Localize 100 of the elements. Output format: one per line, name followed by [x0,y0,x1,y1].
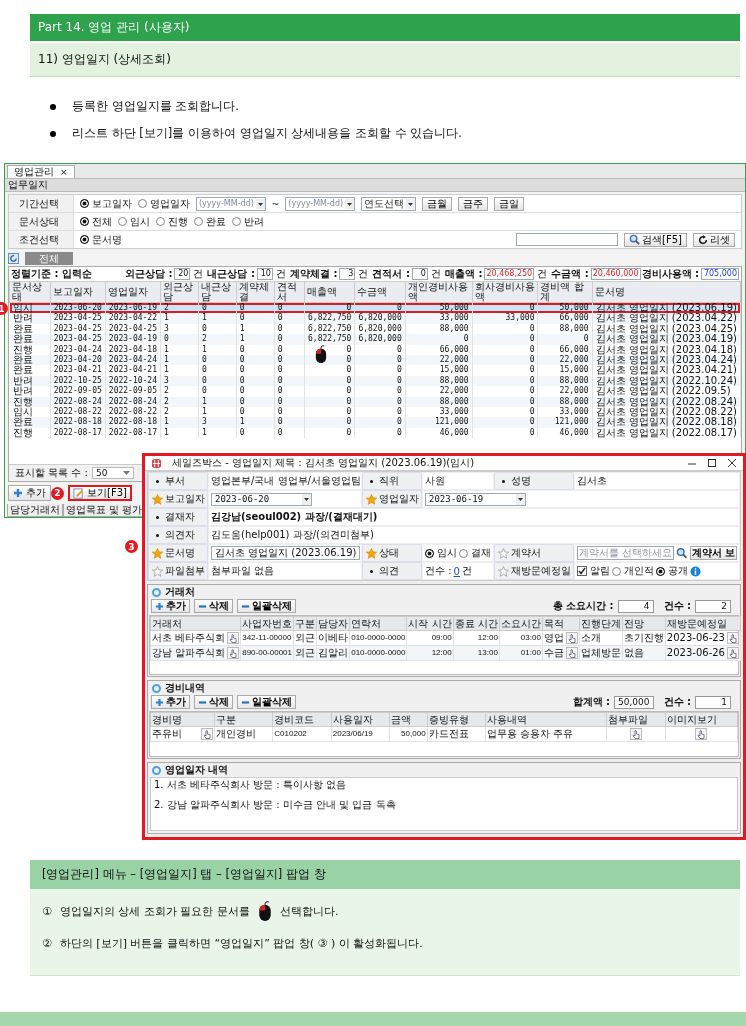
column-header[interactable]: 매출액 [304,281,355,303]
radio-option[interactable]: 보고일자 [80,196,132,211]
column-header[interactable]: 담당자 [316,616,350,631]
window-tab[interactable]: 영업관리 × [7,165,75,178]
column-header[interactable]: 시작 시간 [406,616,454,631]
column-header[interactable]: 소요시간 [499,616,543,631]
table-row[interactable]: 반려 2022-10-25 2022-10-24 3 0 0 0 0 0 88,000 0 88,000 김서초 영업일지 (2022.10.24) [9,375,741,387]
table-row[interactable]: 임시 2023-06-20 2023-06-19 2 0 0 0 0 0 50,000 0 50,000 김서초 영업일지 (2023.06.19) [9,302,741,314]
table-row[interactable]: 완료 2023-04-20 2023-04-24 1 0 0 0 0 0 22,000 0 22,000 김서초 영업일지 (2023.04.24) [9,355,741,366]
column-header[interactable]: 구분 [293,616,317,631]
date-field[interactable]: (yyyy-MM-dd) [285,196,356,211]
total-value: 1 [695,695,731,709]
column-header[interactable]: 종료 시간 [453,616,500,631]
column-header[interactable]: 거래처 [150,616,241,631]
column-header[interactable]: 경비코드 [272,712,332,727]
date-field[interactable]: (yyyy-MM-dd) [196,196,266,211]
toolbar-button[interactable]: 추가 [151,599,190,613]
summary-value: 20,468,250 [484,268,535,280]
table-cell: 0 [583,334,589,344]
column-header[interactable]: 첨부파일 [606,712,666,727]
toolbar-button[interactable]: 일괄삭제 [237,695,296,709]
period-button[interactable]: 금일 [494,196,525,211]
column-header[interactable]: 계약체결 [236,281,275,303]
column-header[interactable]: 사용내역 [485,712,607,727]
radio-option[interactable]: 영업일자 [138,196,190,211]
column-header[interactable]: 경비명 [150,712,215,727]
toolbar-button[interactable]: 삭제 [194,599,233,613]
column-header[interactable]: 문서상태 [9,281,51,303]
table-cell: 6,820,000 [358,334,402,344]
table-cell: 강남 알파주식회 [152,646,226,660]
column-header[interactable]: 문서명 [592,281,741,303]
search-button[interactable]: 검색[F5] [624,232,687,247]
radio-option[interactable]: 개인적 [612,564,654,578]
toolbar-button[interactable]: 추가 [151,695,190,709]
period-button[interactable]: 금주 [458,196,489,211]
table-row[interactable]: 완료 2022-08-18 2022-08-18 1 3 1 0 0 0 121,000 0 121,000 김서초 영업일지 (2022.08.18) [9,417,741,428]
table-cell: 0 [277,355,283,365]
table-cell: 김서초 영업일지 (2023.06.19) [595,302,737,313]
column-header[interactable]: 내근상담 [198,281,237,303]
radio-option[interactable]: 완료 [194,214,226,229]
radio-option[interactable]: 문서명 [80,232,122,247]
radio-option[interactable]: 공개 [656,564,688,578]
table-cell: 2 [201,334,207,344]
column-header[interactable]: 수금액 [354,281,406,303]
radio-option[interactable]: 진행 [156,214,188,229]
table-cell: 1 [201,427,207,437]
table-cell: 0 [529,417,535,427]
action-button[interactable]: 보기[F3] [68,485,132,502]
column-header[interactable]: 경비액 합계 [537,281,592,303]
table-cell: 88,000 [559,323,589,333]
column-header[interactable]: 목적 [542,616,580,631]
column-header[interactable]: 구분 [214,712,273,727]
table-row[interactable]: 진행 2022-08-17 2022-08-17 1 1 0 0 0 0 46,000 0 46,000 김서초 영업일지 (2022.08.17) [9,427,741,439]
table-row[interactable]: 반려 2023-04-25 2023-04-22 1 1 0 0 6,822,750 6,820,000 33,000 33,000 66,000 김서초 영업일지 (2023.04.22) [9,313,741,324]
column-header[interactable]: 회사경비사용액 [472,281,538,303]
column-header[interactable]: 개인경비사용액 [405,281,473,303]
radio-option[interactable]: 결재 [459,546,491,560]
table-row[interactable]: 진행 2022-08-24 2022-08-24 2 1 0 0 0 0 88,000 0 88,000 김서초 영업일지 (2022.08.24) [9,396,741,408]
column-header[interactable]: 사업자번호 [240,616,294,631]
column-header[interactable]: 재방문예정일 [665,616,741,631]
field-value: 김도움(help001) 과장/(의견미첨부) [211,528,374,542]
reset-button[interactable]: 리셋 [693,232,735,247]
table-row[interactable]: 반려 2022-09-05 2022-09-05 2 0 0 0 0 0 22,000 0 22,000 김서초 영업일지 (2022.09.5) [9,386,741,397]
date-field[interactable]: 2023-06-20 [211,492,312,506]
bottom-tab[interactable]: 담당거래처 [7,504,63,518]
period-button[interactable]: 금월 [422,196,453,211]
year-select[interactable]: 연도선택 [361,196,417,211]
column-header[interactable]: 증빙유형 [427,712,486,727]
column-header[interactable]: 견적서 [274,281,305,303]
radio-option[interactable]: 전체 [80,214,112,229]
toolbar-button[interactable]: 삭제 [194,695,233,709]
checkbox-option[interactable]: 알림 [577,564,610,578]
table-cell: 0 [239,303,245,312]
column-header[interactable]: 영업일자 [105,281,161,303]
column-header[interactable]: 외근상담 [160,281,199,303]
date-field[interactable]: 2023-06-19 [425,492,526,506]
radio-option[interactable]: 반려 [232,214,264,229]
column-header[interactable]: 진행단계 [579,616,623,631]
page-size-select[interactable]: 50 [91,467,134,480]
column-header[interactable]: 금액 [389,712,428,727]
table-row[interactable]: 완료 2023-04-21 2023-04-21 1 0 0 0 0 0 15,000 0 15,000 김서초 영업일지 (2023.04.21) [9,365,741,376]
column-header[interactable]: 보고일자 [50,281,106,303]
table-cell: 진행 [12,426,33,438]
column-header[interactable]: 이미지보기 [665,712,738,727]
table-cell: 0 [201,323,207,333]
toolbar-button[interactable]: 일괄삭제 [237,599,296,613]
column-header[interactable]: 사용일자 [331,712,390,727]
notes-field[interactable]: 1. 서초 베타주식회사 방문 : 특이사항 없음 2. 강남 알파주식회사 방문 : 미수금 안내 및 입금 독촉 [150,777,738,831]
title-field[interactable]: 김서초 영업일지 (2023.06.19) [211,546,361,560]
count-link[interactable]: 0 [453,565,460,577]
contract-button[interactable]: 계약서 보 [689,546,737,560]
table-cell: 0 [396,375,402,385]
radio-option[interactable]: 임시 [118,214,150,229]
column-header[interactable]: 연락처 [349,616,407,631]
table-row[interactable]: 완료 2023-04-25 2023-04-19 0 2 1 0 6,822,750 6,820,000 0 0 0 김서초 영업일지 (2023.04.19) [9,334,741,345]
column-header[interactable]: 전망 [622,616,666,631]
radio-option[interactable]: 임시 [425,546,457,560]
close-button[interactable]: × [60,166,68,178]
table-cell: 1 [164,344,169,354]
action-button[interactable]: 추가 [8,485,51,502]
